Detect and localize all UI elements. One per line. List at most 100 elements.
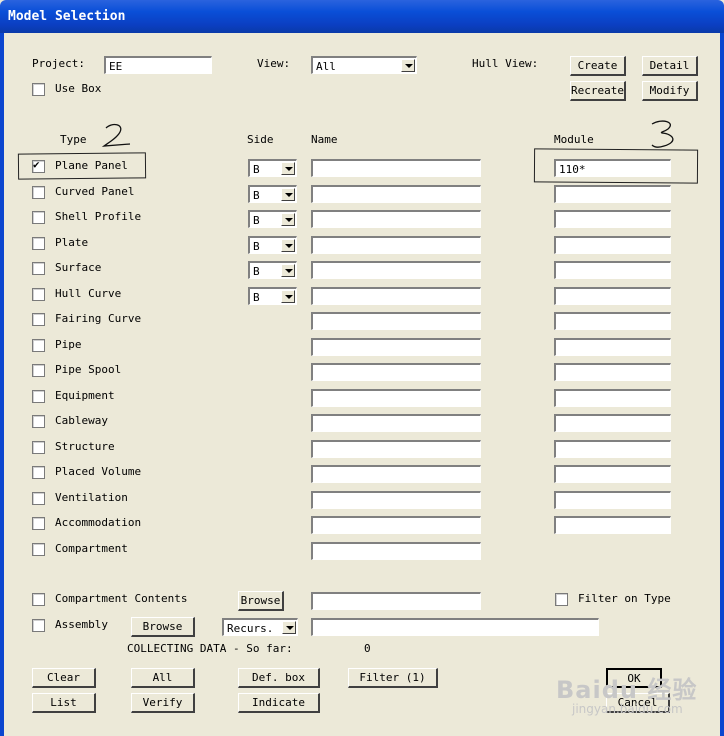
- type-checkbox[interactable]: [32, 390, 45, 403]
- chevron-down-icon[interactable]: [281, 290, 295, 303]
- name-input[interactable]: [311, 542, 481, 560]
- all-button[interactable]: All: [131, 668, 195, 688]
- recurs-select-value: Recurs.: [227, 622, 274, 635]
- module-input[interactable]: [554, 363, 671, 381]
- name-input[interactable]: [311, 236, 481, 254]
- type-checkbox[interactable]: [32, 543, 45, 556]
- view-select[interactable]: All: [311, 56, 417, 74]
- side-select-value: B: [253, 163, 260, 176]
- module-input[interactable]: [554, 516, 671, 534]
- def-box-button[interactable]: Def. box: [238, 668, 320, 688]
- chevron-down-icon[interactable]: [281, 213, 295, 226]
- type-checkbox[interactable]: [32, 186, 45, 199]
- browse-assembly-button[interactable]: Browse: [131, 617, 195, 637]
- type-checkbox[interactable]: [32, 288, 45, 301]
- type-label: Structure: [55, 440, 115, 453]
- type-checkbox[interactable]: [32, 364, 45, 377]
- name-input[interactable]: [311, 414, 481, 432]
- name-input[interactable]: [311, 185, 481, 203]
- type-label: Pipe Spool: [55, 363, 122, 376]
- recurs-select[interactable]: Recurs.: [222, 618, 298, 636]
- side-select[interactable]: B: [248, 261, 297, 279]
- browse-compartment-button[interactable]: Browse: [238, 591, 284, 611]
- name-input[interactable]: [311, 159, 481, 177]
- module-input[interactable]: [554, 210, 671, 228]
- side-select[interactable]: B: [248, 210, 297, 228]
- list-button[interactable]: List: [32, 693, 96, 713]
- recreate-button[interactable]: Recreate: [570, 81, 626, 101]
- name-input[interactable]: [311, 287, 481, 305]
- side-select-value: B: [253, 240, 260, 253]
- use-box-checkbox[interactable]: [32, 83, 45, 96]
- chevron-down-icon[interactable]: [282, 621, 296, 634]
- chevron-down-icon[interactable]: [281, 239, 295, 252]
- type-checkbox[interactable]: [32, 441, 45, 454]
- name-input[interactable]: [311, 363, 481, 381]
- type-checkbox[interactable]: [32, 492, 45, 505]
- view-label: View:: [257, 57, 291, 70]
- indicate-button[interactable]: Indicate: [238, 693, 320, 713]
- compartment-contents-checkbox[interactable]: [32, 593, 45, 606]
- name-input[interactable]: [311, 491, 481, 509]
- side-select-value: B: [253, 214, 260, 227]
- type-label: Placed Volume: [55, 465, 142, 478]
- module-input[interactable]: [554, 491, 671, 509]
- module-input[interactable]: [554, 414, 671, 432]
- compartment-contents-input[interactable]: [311, 592, 481, 610]
- detail-button[interactable]: Detail: [642, 56, 698, 76]
- title-bar[interactable]: Model Selection: [0, 0, 724, 33]
- name-input[interactable]: [311, 389, 481, 407]
- module-input[interactable]: [554, 465, 671, 483]
- name-input[interactable]: [311, 465, 481, 483]
- name-input[interactable]: [311, 261, 481, 279]
- filter-button[interactable]: Filter (1): [348, 668, 438, 688]
- side-select[interactable]: B: [248, 159, 297, 177]
- project-input[interactable]: EE: [104, 56, 212, 74]
- assembly-checkbox[interactable]: [32, 619, 45, 632]
- type-checkbox[interactable]: [32, 211, 45, 224]
- verify-button[interactable]: Verify: [131, 693, 195, 713]
- module-input[interactable]: [554, 338, 671, 356]
- column-header-side: Side: [247, 133, 274, 146]
- chevron-down-icon[interactable]: [281, 162, 295, 175]
- type-checkbox[interactable]: [32, 517, 45, 530]
- module-input[interactable]: [554, 389, 671, 407]
- type-label: Equipment: [55, 389, 115, 402]
- chevron-down-icon[interactable]: [281, 188, 295, 201]
- modify-button[interactable]: Modify: [642, 81, 698, 101]
- compartment-contents-label: Compartment Contents: [55, 592, 188, 605]
- type-label: Fairing Curve: [55, 312, 142, 325]
- module-input[interactable]: [554, 261, 671, 279]
- type-checkbox[interactable]: [32, 313, 45, 326]
- type-checkbox[interactable]: [32, 237, 45, 250]
- type-checkbox[interactable]: [32, 415, 45, 428]
- name-input[interactable]: [311, 440, 481, 458]
- module-input[interactable]: [554, 185, 671, 203]
- module-input[interactable]: [554, 440, 671, 458]
- side-select-value: B: [253, 189, 260, 202]
- name-input[interactable]: [311, 312, 481, 330]
- column-header-type: Type: [60, 133, 87, 146]
- chevron-down-icon[interactable]: [281, 264, 295, 277]
- window-frame-left: [0, 33, 4, 736]
- collecting-status-label: COLLECTING DATA - So far:: [127, 642, 293, 655]
- type-checkbox[interactable]: [32, 262, 45, 275]
- module-input[interactable]: [554, 287, 671, 305]
- name-input[interactable]: [311, 516, 481, 534]
- create-button[interactable]: Create: [570, 56, 626, 76]
- type-label: Hull Curve: [55, 287, 122, 300]
- filter-on-type-checkbox[interactable]: [555, 593, 568, 606]
- side-select[interactable]: B: [248, 287, 297, 305]
- type-checkbox[interactable]: [32, 339, 45, 352]
- type-checkbox[interactable]: [32, 466, 45, 479]
- name-input[interactable]: [311, 210, 481, 228]
- chevron-down-icon[interactable]: [401, 59, 415, 72]
- module-input[interactable]: [554, 312, 671, 330]
- column-header-name: Name: [311, 133, 338, 146]
- side-select[interactable]: B: [248, 185, 297, 203]
- assembly-input[interactable]: [311, 618, 599, 636]
- side-select[interactable]: B: [248, 236, 297, 254]
- module-input[interactable]: [554, 236, 671, 254]
- name-input[interactable]: [311, 338, 481, 356]
- clear-button[interactable]: Clear: [32, 668, 96, 688]
